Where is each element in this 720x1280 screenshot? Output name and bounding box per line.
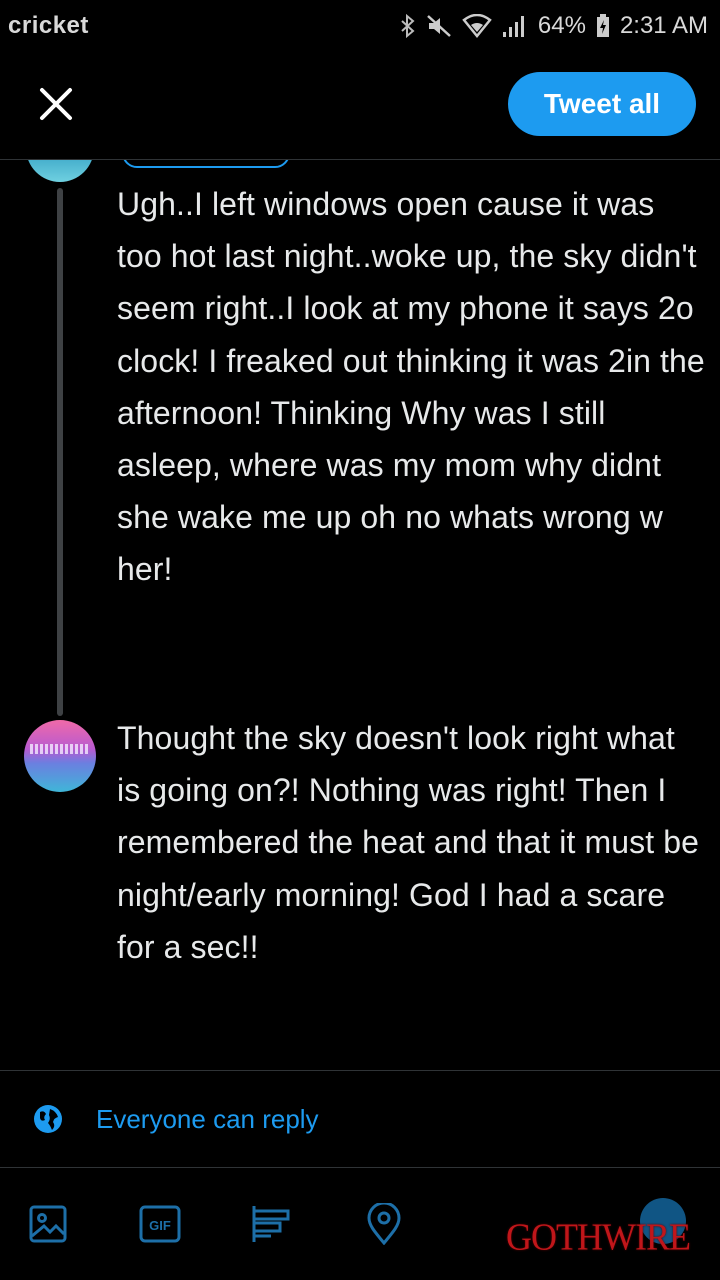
poll-button[interactable] bbox=[250, 1202, 294, 1246]
svg-text:GIF: GIF bbox=[149, 1218, 171, 1233]
watermark: GOTHWIRE bbox=[506, 1216, 691, 1258]
reply-setting[interactable]: Everyone can reply bbox=[0, 1070, 720, 1168]
gif-icon: GIF bbox=[139, 1204, 181, 1244]
wifi-icon bbox=[462, 14, 492, 38]
bluetooth-icon bbox=[400, 14, 416, 38]
compose-header: Tweet all bbox=[0, 52, 720, 160]
thread-composer: Ugh..I left windows open cause it was to… bbox=[0, 160, 720, 1070]
gif-button[interactable]: GIF bbox=[138, 1202, 182, 1246]
location-button[interactable] bbox=[362, 1202, 406, 1246]
audience-selector[interactable] bbox=[122, 160, 290, 168]
poll-icon bbox=[251, 1204, 293, 1244]
image-icon bbox=[28, 1204, 68, 1244]
status-icons: 64% 2:31 AM bbox=[400, 12, 708, 40]
tweet-all-button[interactable]: Tweet all bbox=[508, 72, 696, 136]
thread-connector bbox=[57, 188, 63, 716]
reply-setting-label: Everyone can reply bbox=[96, 1103, 319, 1134]
battery-charging-icon bbox=[596, 14, 610, 38]
close-icon bbox=[38, 86, 74, 127]
avatar bbox=[26, 160, 94, 182]
avatar bbox=[24, 720, 96, 792]
image-button[interactable] bbox=[26, 1202, 70, 1246]
status-bar: cricket 64% 2:31 AM bbox=[0, 0, 720, 52]
signal-icon bbox=[502, 14, 528, 38]
clock: 2:31 AM bbox=[619, 12, 708, 39]
tweet-text-1[interactable]: Ugh..I left windows open cause it was to… bbox=[117, 178, 707, 596]
close-button[interactable] bbox=[26, 76, 86, 136]
globe-icon bbox=[32, 1103, 64, 1135]
battery-percent: 64% bbox=[537, 12, 586, 39]
tweet-text-2[interactable]: Thought the sky doesn't look right what … bbox=[117, 712, 707, 973]
mute-icon bbox=[426, 14, 452, 38]
location-icon bbox=[364, 1203, 404, 1245]
carrier-label: cricket bbox=[8, 12, 89, 39]
